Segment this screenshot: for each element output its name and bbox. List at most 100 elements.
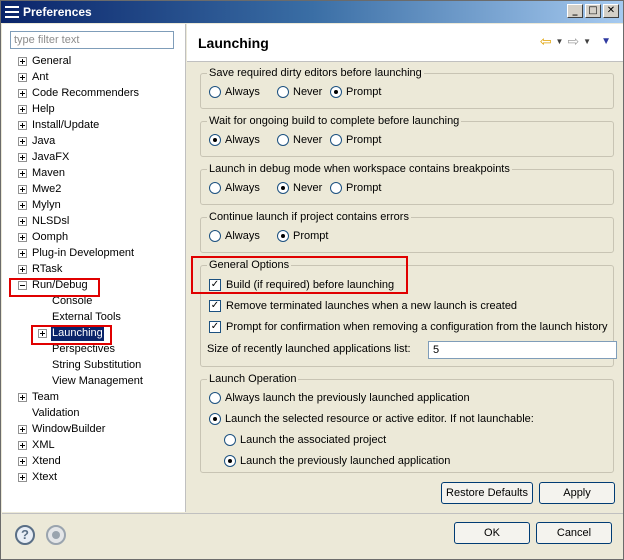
tree-item-label: Ant bbox=[32, 71, 49, 83]
tree-item-java[interactable]: Java bbox=[2, 133, 186, 149]
debug-mode-group: Launch in debug mode when workspace cont… bbox=[200, 162, 614, 205]
tree-item-mwe2[interactable]: Mwe2 bbox=[2, 181, 186, 197]
save-dirty-group: Save required dirty editors before launc… bbox=[200, 66, 614, 109]
view-menu-icon[interactable]: ▼ bbox=[601, 36, 611, 47]
expand-toggle-icon[interactable] bbox=[18, 57, 27, 66]
tree-item-code-recommenders[interactable]: Code Recommenders bbox=[2, 85, 186, 101]
apply-button[interactable]: Apply bbox=[539, 482, 615, 504]
highlight-launching bbox=[31, 325, 112, 345]
expand-toggle-icon[interactable] bbox=[18, 425, 27, 434]
expand-toggle-icon[interactable] bbox=[18, 73, 27, 82]
tree-item-label: Java bbox=[32, 135, 56, 147]
tree-item-label: Team bbox=[32, 391, 59, 403]
window-title: Preferences bbox=[23, 5, 92, 19]
preference-tree-pane: type filter text General Ant Code Recommen… bbox=[2, 24, 186, 512]
history-size-label: Size of recently launched applications l… bbox=[207, 343, 411, 355]
tree-item-maven[interactable]: Maven bbox=[2, 165, 186, 181]
expand-toggle-icon[interactable] bbox=[18, 153, 27, 162]
tree-item-xtend[interactable]: Xtend bbox=[2, 453, 186, 469]
tree-item-mylyn[interactable]: Mylyn bbox=[2, 197, 186, 213]
restore-defaults-button[interactable]: Restore Defaults bbox=[441, 482, 533, 504]
tree-item-label: Xtext bbox=[32, 471, 58, 483]
tree-item-label: Install/Update bbox=[32, 119, 100, 131]
tree-item-xml[interactable]: XML bbox=[2, 437, 186, 453]
expand-toggle-icon[interactable] bbox=[18, 441, 27, 450]
preferences-window: Preferences _ □ ✕ type filter text Gener… bbox=[0, 0, 624, 560]
tree-item-javafx[interactable]: JavaFX bbox=[2, 149, 186, 165]
tree-item-label: View Management bbox=[52, 375, 143, 387]
expand-toggle-icon[interactable] bbox=[18, 265, 27, 274]
tree-item-label: Code Recommenders bbox=[32, 87, 139, 99]
tree-item-xtext[interactable]: Xtext bbox=[2, 469, 186, 485]
expand-toggle-icon[interactable] bbox=[18, 217, 27, 226]
cancel-button[interactable]: Cancel bbox=[536, 522, 612, 544]
expand-toggle-icon[interactable] bbox=[18, 457, 27, 466]
tree-item-plug-in-development[interactable]: Plug-in Development bbox=[2, 245, 186, 261]
continue-errors-group: Continue launch if project contains erro… bbox=[200, 210, 614, 253]
expand-toggle-icon[interactable] bbox=[18, 233, 27, 242]
tree-item-label: Mylyn bbox=[32, 199, 61, 211]
title-bar[interactable]: Preferences _ □ ✕ bbox=[1, 1, 623, 23]
tree-item-label: General bbox=[32, 55, 72, 67]
tree-item-rtask[interactable]: RTask bbox=[2, 261, 186, 277]
expand-toggle-icon[interactable] bbox=[18, 473, 27, 482]
expand-toggle-icon[interactable] bbox=[18, 249, 27, 258]
tree-item-string-substitution[interactable]: String Substitution bbox=[2, 357, 186, 373]
highlight-general-options bbox=[191, 256, 408, 294]
tree-item-general[interactable]: General bbox=[2, 53, 186, 69]
preference-page: Launching ⇦ ▼ ⇨ ▼ ▼ Save required dirty … bbox=[187, 24, 623, 512]
tree-item-install-update[interactable]: Install/Update bbox=[2, 117, 186, 133]
tree-item-view-management[interactable]: View Management bbox=[2, 373, 186, 389]
tree-item-label: NLSDsl bbox=[32, 215, 70, 227]
tree-item-label: RTask bbox=[32, 263, 63, 275]
tree-item-label: XML bbox=[32, 439, 55, 451]
history-size-field[interactable]: 5 bbox=[428, 341, 617, 359]
filter-input[interactable]: type filter text bbox=[10, 31, 174, 49]
tree-item-label: Maven bbox=[32, 167, 66, 179]
page-title: Launching bbox=[198, 35, 269, 51]
tree-item-label: Validation bbox=[32, 407, 80, 419]
back-arrow-icon[interactable]: ⇦ bbox=[540, 33, 552, 49]
tree-item-oomph[interactable]: Oomph bbox=[2, 229, 186, 245]
tree-item-nlsdsl[interactable]: NLSDsl bbox=[2, 213, 186, 229]
tree-item-label: String Substitution bbox=[52, 359, 142, 371]
ok-button[interactable]: OK bbox=[454, 522, 530, 544]
forward-arrow-icon[interactable]: ⇨ bbox=[567, 33, 579, 49]
expand-toggle-icon[interactable] bbox=[18, 105, 27, 114]
tree-item-help[interactable]: Help bbox=[2, 101, 186, 117]
continue-errors-title: Continue launch if project contains erro… bbox=[207, 210, 411, 224]
launch-operation-title: Launch Operation bbox=[207, 372, 299, 386]
expand-toggle-icon[interactable] bbox=[18, 185, 27, 194]
minimize-button[interactable]: _ bbox=[567, 4, 583, 18]
launch-operation-group: Launch Operation Always launch the previ… bbox=[200, 372, 614, 473]
debug-mode-title: Launch in debug mode when workspace cont… bbox=[207, 162, 512, 176]
expand-toggle-icon[interactable] bbox=[18, 89, 27, 98]
tree-item-label: External Tools bbox=[52, 311, 121, 323]
tree-item-label: Mwe2 bbox=[32, 183, 62, 195]
forward-dropdown-icon[interactable]: ▼ bbox=[583, 37, 591, 46]
tree-item-label: Help bbox=[32, 103, 55, 115]
help-icon[interactable]: ? bbox=[15, 525, 35, 545]
tree-item-label: WindowBuilder bbox=[32, 423, 106, 435]
maximize-button[interactable]: □ bbox=[585, 4, 601, 18]
tree-item-label: Xtend bbox=[32, 455, 61, 467]
expand-toggle-icon[interactable] bbox=[18, 169, 27, 178]
back-dropdown-icon[interactable]: ▼ bbox=[556, 37, 564, 46]
wait-build-title: Wait for ongoing build to complete befor… bbox=[207, 114, 462, 128]
expand-toggle-icon[interactable] bbox=[18, 393, 27, 402]
tree-item-team[interactable]: Team bbox=[2, 389, 186, 405]
expand-toggle-icon[interactable] bbox=[18, 137, 27, 146]
expand-toggle-icon[interactable] bbox=[18, 201, 27, 210]
tree-item-label: Plug-in Development bbox=[32, 247, 135, 259]
page-header: Launching ⇦ ▼ ⇨ ▼ ▼ bbox=[187, 24, 623, 62]
record-icon[interactable] bbox=[46, 525, 66, 545]
tree-item-external-tools[interactable]: External Tools bbox=[2, 309, 186, 325]
tree-item-ant[interactable]: Ant bbox=[2, 69, 186, 85]
dialog-button-bar: ? OK Cancel bbox=[2, 513, 623, 559]
close-button[interactable]: ✕ bbox=[603, 4, 619, 18]
app-menu-icon[interactable] bbox=[5, 6, 19, 18]
tree-item-windowbuilder[interactable]: WindowBuilder bbox=[2, 421, 186, 437]
tree-item-validation[interactable]: Validation bbox=[2, 405, 186, 421]
expand-toggle-icon[interactable] bbox=[18, 121, 27, 130]
tree-item-label: JavaFX bbox=[32, 151, 70, 163]
